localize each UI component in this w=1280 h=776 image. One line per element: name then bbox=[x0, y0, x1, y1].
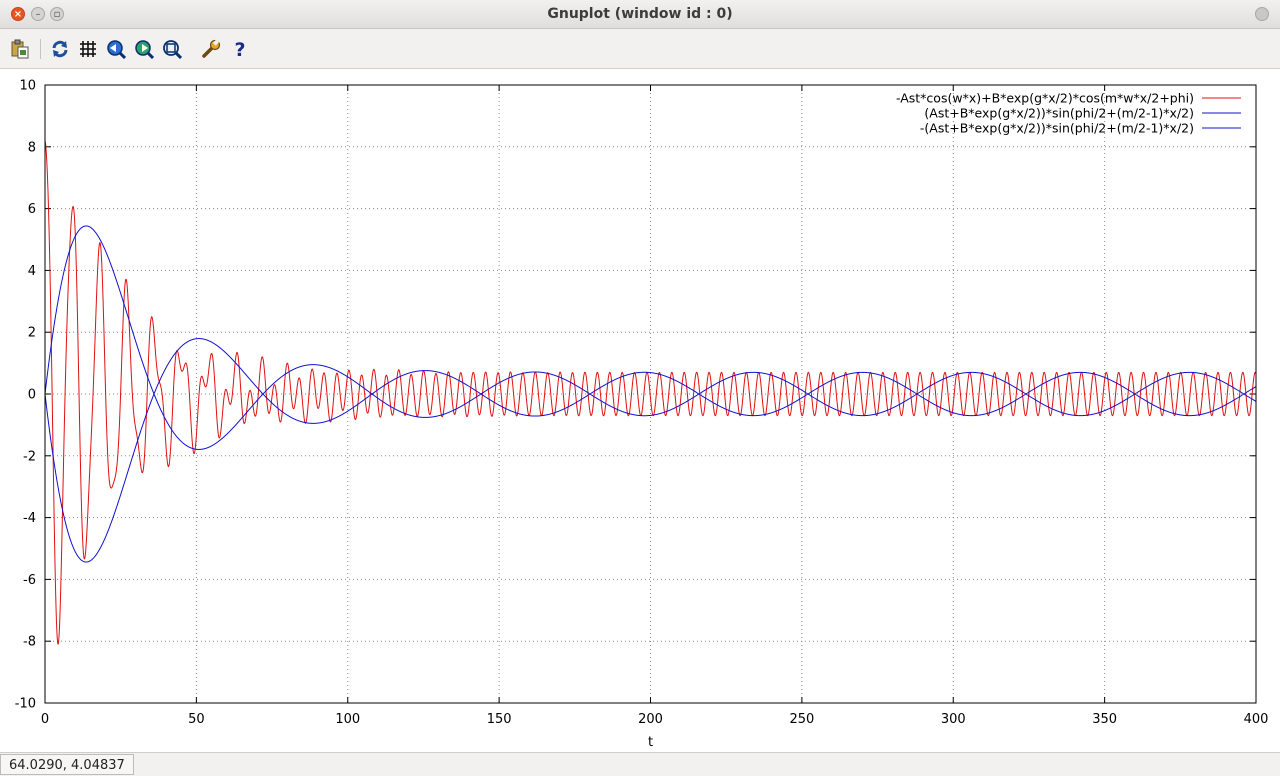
y-tick-label: 0 bbox=[28, 388, 36, 403]
y-tick-label: 8 bbox=[28, 140, 36, 155]
legend-label-3: -(Ast+B*exp(g*x/2))*sin(phi/2+(m/2-1)*x/… bbox=[920, 121, 1194, 136]
window-title: Gnuplot (window id : 0) bbox=[547, 6, 733, 22]
x-tick-label: 150 bbox=[487, 712, 512, 727]
title-bar: × – ▫ Gnuplot (window id : 0) bbox=[0, 0, 1280, 29]
y-tick-label: -8 bbox=[23, 635, 36, 650]
legend-label-1: -Ast*cos(w*x)+B*exp(g*x/2)*cos(m*w*x/2+p… bbox=[896, 91, 1194, 106]
autoscale-icon[interactable] bbox=[161, 38, 183, 60]
series-line-1 bbox=[44, 140, 1257, 645]
y-tick-label: -2 bbox=[23, 449, 36, 464]
series-line-3 bbox=[44, 338, 1257, 563]
y-tick-label: 10 bbox=[19, 79, 36, 94]
window-menu-button[interactable] bbox=[1255, 7, 1269, 21]
chart-canvas[interactable]: 0 50 100 150 200 250 300 350 400 -10 -8 -6 -4 -2 0 2 4 6 8… bbox=[0, 69, 1280, 752]
zoom-next-icon[interactable] bbox=[133, 38, 155, 60]
help-icon[interactable]: ? bbox=[229, 38, 251, 60]
y-tick-label: 6 bbox=[28, 202, 36, 217]
svg-text:?: ? bbox=[234, 39, 245, 59]
x-tick-label: 100 bbox=[335, 712, 360, 727]
x-axis-label: t bbox=[648, 735, 653, 750]
replot-icon[interactable] bbox=[49, 38, 71, 60]
status-bar: 64.0290, 4.04837 bbox=[0, 752, 1280, 776]
x-tick-label: 300 bbox=[941, 712, 966, 727]
y-tick-label: -10 bbox=[15, 697, 36, 712]
x-tick-label: 350 bbox=[1092, 712, 1117, 727]
x-tick-label: 50 bbox=[188, 712, 205, 727]
plot-area[interactable]: 0 50 100 150 200 250 300 350 400 -10 -8 -6 -4 -2 0 2 4 6 8… bbox=[0, 69, 1280, 752]
mouse-coordinates-readout: 64.0290, 4.04837 bbox=[0, 754, 134, 775]
zoom-previous-icon[interactable] bbox=[105, 38, 127, 60]
y-tick-label: 4 bbox=[28, 264, 36, 279]
x-tick-label: 400 bbox=[1244, 712, 1269, 727]
x-tick-label: 200 bbox=[638, 712, 663, 727]
legend-label-2: (Ast+B*exp(g*x/2))*sin(phi/2+(m/2-1)*x/2… bbox=[924, 106, 1194, 121]
options-icon[interactable] bbox=[200, 38, 222, 60]
grid-icon[interactable] bbox=[77, 38, 99, 60]
y-tick-label: -4 bbox=[23, 511, 36, 526]
y-tick-label: -6 bbox=[23, 573, 36, 588]
y-tick-label: 2 bbox=[28, 326, 36, 341]
copy-clipboard-icon[interactable] bbox=[9, 38, 31, 60]
toolbar-separator bbox=[40, 39, 41, 59]
x-tick-label: 0 bbox=[41, 712, 49, 727]
x-tick-label: 250 bbox=[789, 712, 814, 727]
toolbar: ? bbox=[0, 29, 1280, 69]
